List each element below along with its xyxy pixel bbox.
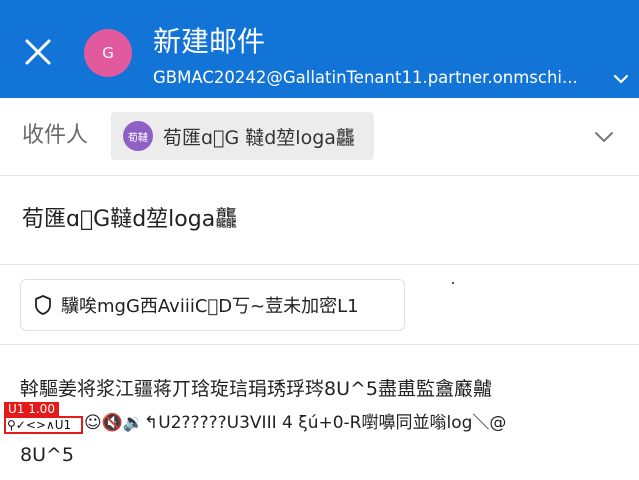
- body-line-1: 斡驅姜将浆江疆蒋丌琀琁琂琄琇琈琌8U^5盡盙監盦黀齇: [20, 378, 493, 400]
- to-label: 收件人: [22, 123, 89, 148]
- sensitivity-row: 驥唉mgG西AviiiC D丂~荳未加密L1: [0, 265, 639, 345]
- recipient-avatar: 荀韃: [123, 121, 153, 151]
- account-address[interactable]: GBMAC20242@GallatinTenant11.partner.onms…: [153, 67, 598, 89]
- stray-dot: [452, 282, 454, 284]
- close-button[interactable]: [14, 28, 62, 76]
- close-icon: [25, 39, 51, 65]
- chevron-down-icon: [613, 74, 629, 84]
- body-line-2: ☺🔇🔉↰U2?????U3VIII 4 ξú+0-R嚉嚊同並嗡log＼@: [84, 413, 507, 433]
- subject-input[interactable]: 荀匯ɑ G韃d堃loga龘: [22, 204, 237, 236]
- sensitivity-button[interactable]: 驥唉mgG西AviiiC D丂~荳未加密L1: [20, 279, 405, 331]
- debug-overlay-box: ⚲✓<>∧U1: [4, 416, 83, 434]
- recipient-name: 荀匯ɑ G 韃d堃loga龘: [163, 126, 355, 149]
- chevron-down-icon: [595, 132, 613, 142]
- sensitivity-label: 驥唉mgG西AviiiC D丂~荳未加密L1: [61, 296, 359, 317]
- shield-icon: [35, 295, 51, 315]
- message-body[interactable]: 斡驅姜将浆江疆蒋丌琀琁琂琄琇琈琌8U^5盡盙監盦黀齇 ☺🔇🔉↰U2?????U3…: [0, 345, 639, 480]
- subject-field[interactable]: 荀匯ɑ G韃d堃loga龘: [0, 176, 639, 265]
- page-title: 新建邮件: [153, 25, 266, 58]
- account-avatar[interactable]: G: [84, 29, 132, 77]
- body-line-3: 8U^5: [20, 444, 75, 466]
- debug-overlay-tag: U1 1.00: [4, 402, 59, 416]
- recipient-chip[interactable]: 荀韃 荀匯ɑ G 韃d堃loga龘: [111, 112, 374, 160]
- to-field: 收件人 荀韃 荀匯ɑ G 韃d堃loga龘: [0, 98, 639, 176]
- expand-recipients-button[interactable]: [590, 123, 618, 151]
- account-switcher-button[interactable]: [609, 67, 633, 91]
- debug-overlay: U1 1.00 ⚲✓<>∧U1: [4, 402, 83, 434]
- compose-header: G 新建邮件 GBMAC20242@GallatinTenant11.partn…: [0, 0, 639, 98]
